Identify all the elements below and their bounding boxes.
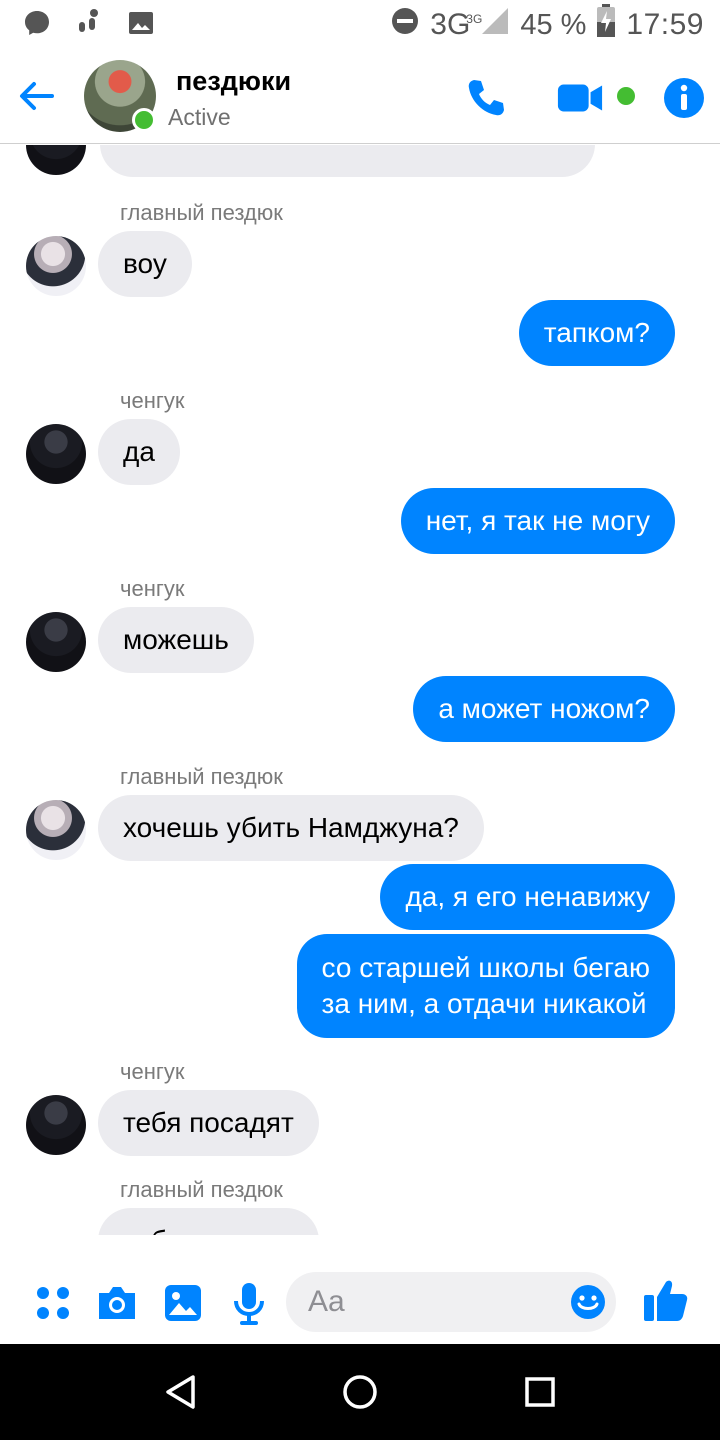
message-bubble-outgoing[interactable]: нет, я так не могу	[400, 488, 675, 554]
clock: 17:59	[626, 8, 704, 41]
video-call-icon[interactable]	[556, 74, 604, 122]
message-input-container[interactable]	[286, 1272, 616, 1332]
message-bubble-outgoing[interactable]: да, я его ненавижу	[380, 864, 675, 930]
gallery-icon[interactable]	[160, 1280, 206, 1326]
avatar[interactable]	[26, 800, 86, 860]
emoji-icon[interactable]	[570, 1284, 606, 1320]
system-navigation-bar	[0, 1344, 720, 1440]
message-bubble-outgoing[interactable]: со старшей школы бегаю за ним, а отдачи …	[296, 934, 675, 1038]
sender-name: главный пездюк	[120, 764, 283, 789]
info-icon[interactable]	[660, 74, 708, 122]
messenger-notification-icon	[22, 8, 52, 43]
message-bubble-incoming[interactable]: да	[98, 419, 180, 485]
message-bubble-incoming[interactable]: тебя посадят	[98, 1090, 319, 1156]
conversation-header: пездюки Active	[0, 50, 720, 144]
battery-charging-icon	[596, 4, 616, 46]
phone-call-icon[interactable]	[462, 74, 510, 122]
more-options-icon[interactable]	[30, 1280, 76, 1326]
message-input[interactable]	[308, 1272, 558, 1332]
sender-name: ченгук	[120, 388, 185, 413]
active-status-dot	[132, 108, 156, 132]
signal-icon	[480, 6, 510, 44]
do-not-disturb-icon	[390, 6, 420, 44]
back-triangle-icon[interactable]	[158, 1370, 202, 1414]
message-bubble-outgoing[interactable]: а может ножом?	[413, 676, 675, 742]
message-thread[interactable]: главный пездюк воу тапком? ченгук да нет…	[0, 145, 720, 1235]
sender-name: ченгук	[120, 576, 185, 601]
message-bubble-incoming[interactable]: можешь	[98, 607, 254, 673]
like-thumbs-up-icon[interactable]	[640, 1274, 692, 1326]
avatar[interactable]	[26, 236, 86, 296]
avatar[interactable]	[26, 145, 86, 175]
message-bubble-incoming[interactable]: воу	[98, 231, 192, 297]
status-bar: 3G 3G 45 % 17:59	[0, 0, 720, 50]
home-circle-icon[interactable]	[338, 1370, 382, 1414]
sender-name: ченгук	[120, 1059, 185, 1084]
microphone-icon[interactable]	[226, 1280, 272, 1326]
recents-square-icon[interactable]	[518, 1370, 562, 1414]
composer-bar	[0, 1262, 720, 1344]
walk-icon	[74, 8, 104, 43]
conversation-title[interactable]: пездюки	[176, 66, 291, 97]
battery-percent: 45 %	[520, 8, 587, 41]
message-bubble-outgoing[interactable]: тапком?	[518, 300, 675, 366]
video-active-dot	[617, 87, 635, 105]
camera-icon[interactable]	[94, 1280, 140, 1326]
back-arrow-icon[interactable]	[16, 76, 56, 116]
avatar[interactable]	[26, 424, 86, 484]
message-bubble-incoming[interactable]: тебя посадят	[98, 1208, 319, 1235]
network-type: 3G 3G	[430, 8, 483, 41]
message-bubble-incoming[interactable]: хочешь убить Намджуна?	[98, 795, 484, 861]
message-bubble-truncated[interactable]	[100, 145, 595, 177]
sender-name: главный пездюк	[120, 200, 283, 225]
avatar[interactable]	[26, 612, 86, 672]
avatar[interactable]	[26, 1095, 86, 1155]
active-status-label: Active	[168, 104, 231, 130]
image-icon	[126, 8, 156, 43]
sender-name: главный пездюк	[120, 1177, 283, 1202]
